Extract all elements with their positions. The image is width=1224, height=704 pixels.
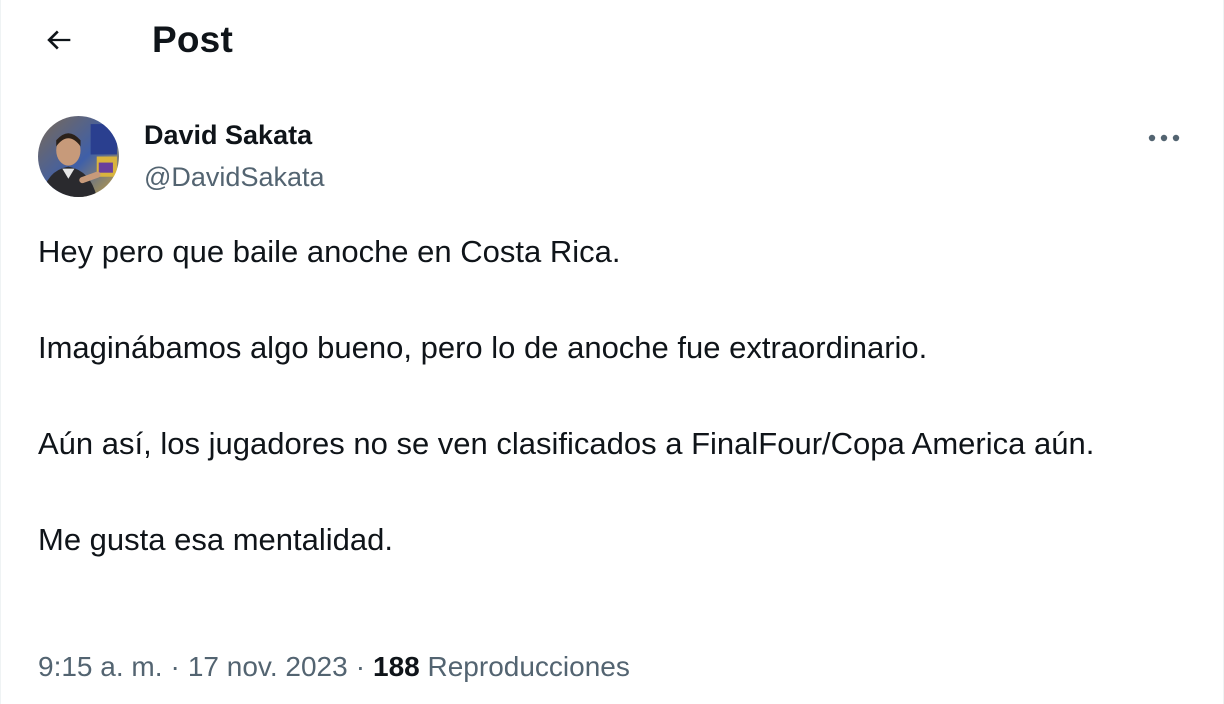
tweet-paragraph: Hey pero que baile anoche en Costa Rica. — [38, 234, 621, 269]
page-title: Post — [152, 19, 233, 60]
back-button[interactable] — [29, 16, 89, 64]
meta-separator: · — [170, 651, 180, 682]
more-options-button[interactable] — [1141, 120, 1187, 156]
views-label[interactable]: Reproducciones — [428, 651, 630, 682]
author-name[interactable]: David Sakata — [144, 118, 312, 152]
avatar[interactable] — [38, 116, 119, 197]
avatar-image — [38, 116, 119, 197]
tweet-timestamp[interactable]: 9:15 a. m. · 17 nov. 2023 — [38, 651, 348, 682]
meta-separator: · — [355, 651, 366, 682]
more-horizontal-icon — [1148, 134, 1180, 142]
tweet-paragraph: Me gusta esa mentalidad. — [38, 522, 393, 557]
tweet-text: Hey pero que baile anoche en Costa Rica.… — [38, 228, 1188, 564]
tweet-paragraph: Aún así, los jugadores no se ven clasifi… — [38, 426, 1095, 461]
post-header: Post — [1, 0, 1223, 80]
tweet-meta: 9:15 a. m. · 17 nov. 2023 · 188 Reproduccion… — [38, 647, 630, 687]
views-count: 188 — [373, 651, 420, 682]
arrow-left-icon — [47, 30, 71, 50]
tweet-time: 9:15 a. m. — [38, 651, 163, 682]
author-handle[interactable]: @DavidSakata — [144, 160, 325, 194]
tweet-date: 17 nov. 2023 — [187, 651, 348, 682]
post-view: Post David Sakata @DavidSakata Hey pero … — [0, 0, 1224, 704]
tweet-paragraph: Imaginábamos algo bueno, pero lo de anoc… — [38, 330, 928, 365]
